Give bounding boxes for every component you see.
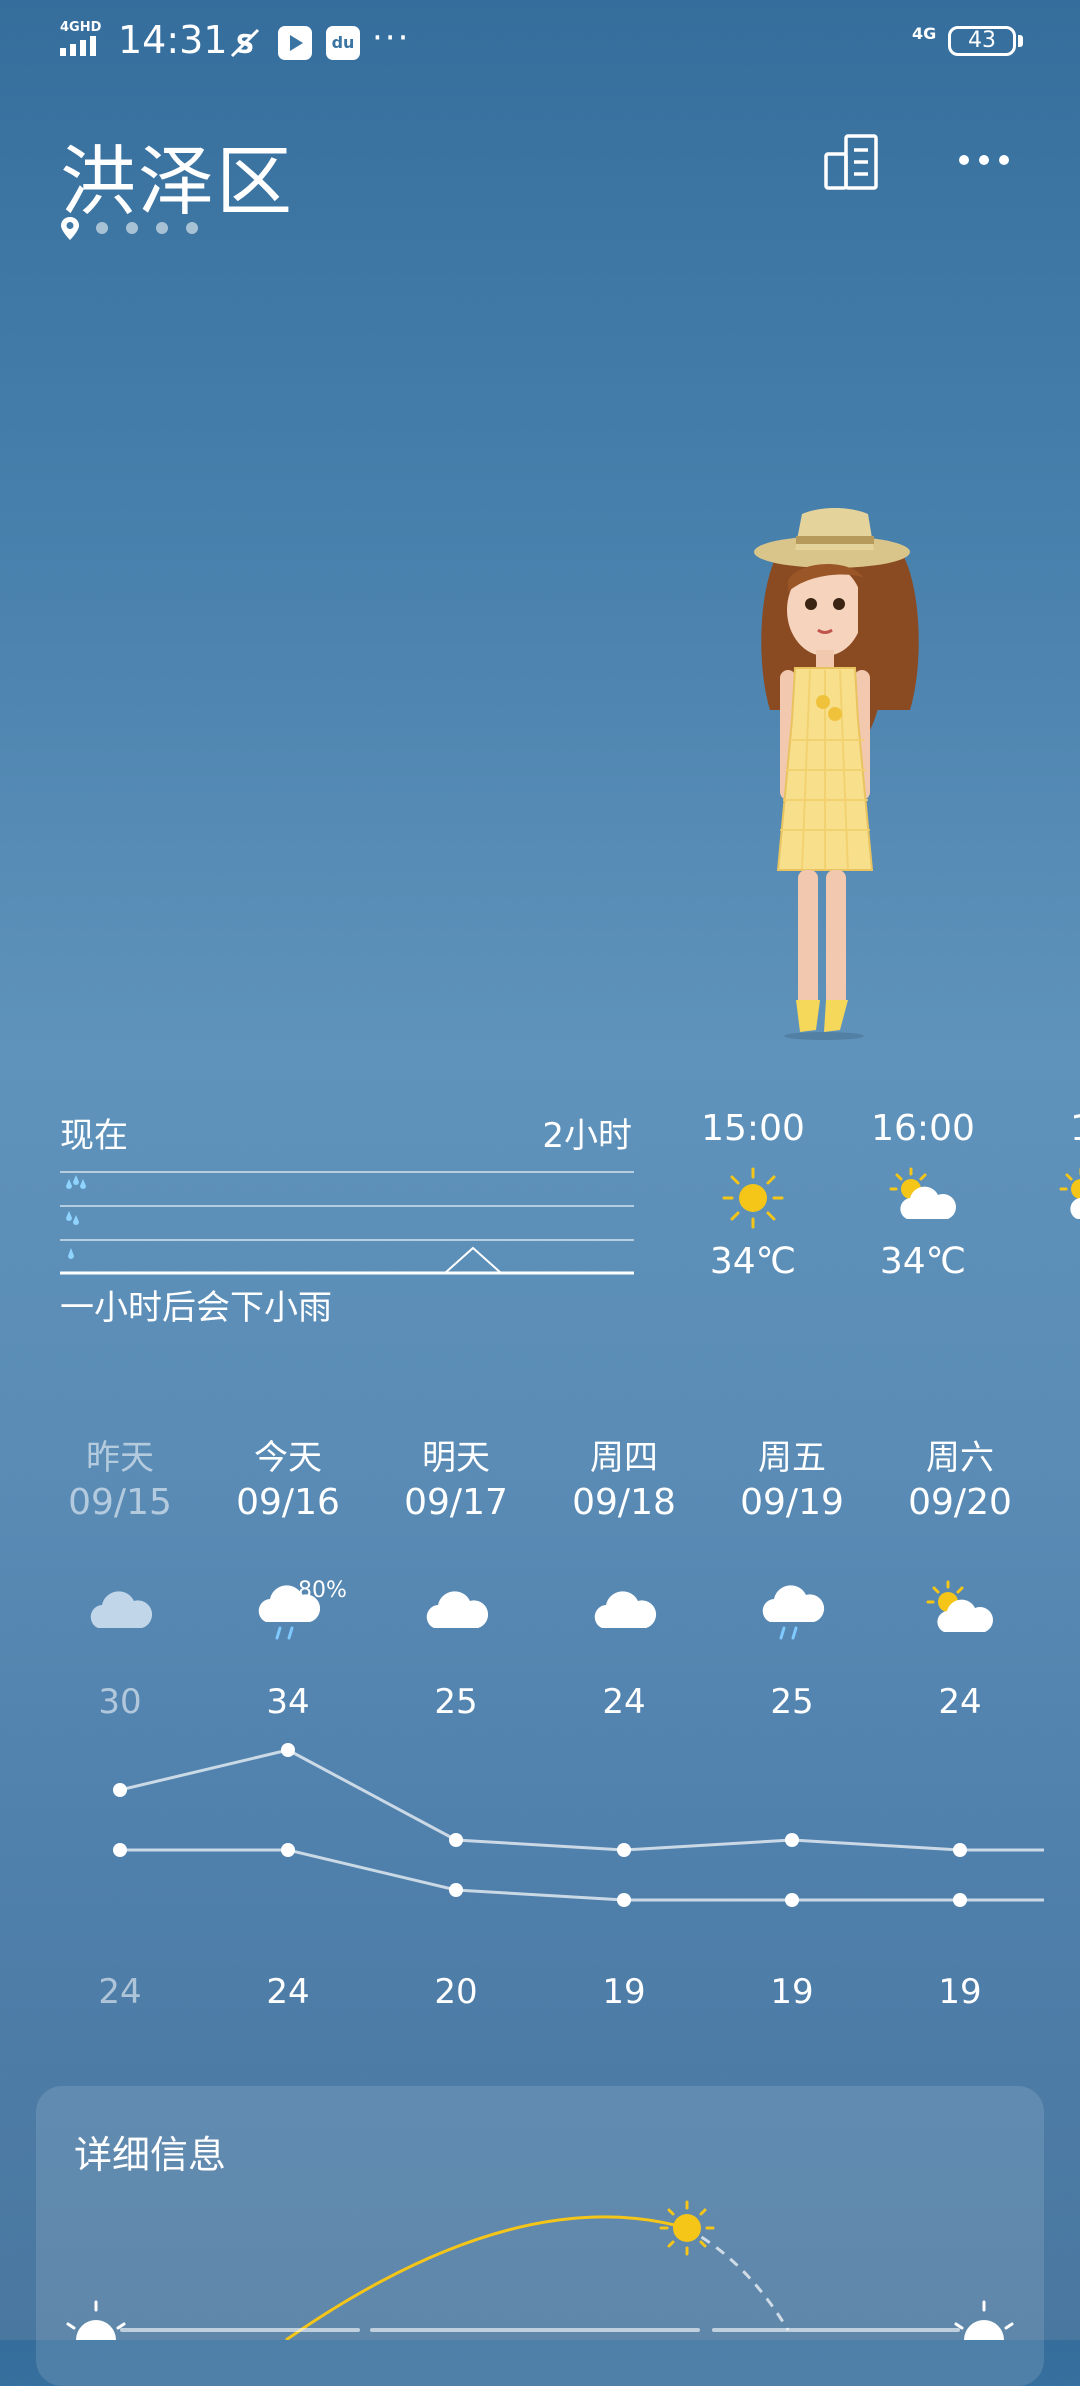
cloudy-icon xyxy=(594,1591,657,1628)
video-play-icon xyxy=(278,26,312,60)
minute-rain-summary: 一小时后会下小雨 xyxy=(60,1288,332,1328)
precipitation-probability: 80% xyxy=(298,1578,347,1603)
hourly-item[interactable]: 17 3 xyxy=(1023,1108,1080,1282)
sunrise-icon xyxy=(66,2300,126,2340)
daily-item[interactable]: 今天 09/16 34 xyxy=(204,1430,372,1722)
high-temp-point xyxy=(617,1843,631,1857)
more-options-icon[interactable] xyxy=(952,130,1016,194)
hourly-item[interactable]: 16:00 34℃ xyxy=(853,1108,993,1282)
page-dot xyxy=(156,222,168,234)
temperature-trend-chart xyxy=(113,1743,1044,1907)
page-dot xyxy=(186,222,198,234)
battery-level: 43 xyxy=(968,28,996,53)
minute-rain-now-label: 现在 xyxy=(60,1116,128,1156)
day-date: 09/15 xyxy=(68,1482,172,1523)
partly-cloudy-icon xyxy=(889,1167,956,1219)
low-temp-point xyxy=(785,1893,799,1907)
page-dot xyxy=(126,222,138,234)
low-temp-line xyxy=(120,1848,1044,1902)
page-dot xyxy=(96,222,108,234)
status-bar: 4GHD 14:31 S du ··· 4G 43 xyxy=(0,0,1080,84)
network-type: 4GHD xyxy=(60,20,102,35)
high-temp-point xyxy=(449,1833,463,1847)
more-notifications-icon: ··· xyxy=(372,18,411,58)
day-name: 周五 xyxy=(758,1438,826,1478)
browser-du-icon: du xyxy=(326,26,360,60)
page-indicator xyxy=(96,222,198,234)
network-type-right: 4G xyxy=(912,24,937,43)
daily-item[interactable]: 昨天 09/15 30 xyxy=(36,1430,204,1722)
city-management-icon[interactable] xyxy=(820,130,884,194)
minute-rain-end-label: 2小时 xyxy=(542,1116,632,1156)
day-high-temp: 25 xyxy=(434,1682,478,1722)
hour-time: 16:00 xyxy=(871,1108,975,1149)
high-temp-point xyxy=(785,1833,799,1847)
day-low-temp: 19 xyxy=(602,1972,646,2012)
hourly-item[interactable]: 15:00 34℃ xyxy=(683,1108,823,1282)
minute-rain-chart[interactable] xyxy=(60,1160,634,1280)
day-high-temp: 24 xyxy=(938,1682,982,1722)
status-time: 14:31 xyxy=(118,18,228,62)
battery-cap xyxy=(1018,35,1023,47)
sunny-icon xyxy=(722,1167,784,1229)
daily-item[interactable]: 周六 09/20 24 xyxy=(876,1430,1044,1722)
signal-icon: 4GHD xyxy=(60,20,106,58)
low-temp-point xyxy=(617,1893,631,1907)
day-name: 周四 xyxy=(590,1438,658,1478)
day-name: 昨天 xyxy=(86,1438,154,1478)
day-high-temp: 25 xyxy=(770,1682,814,1722)
low-temp-point xyxy=(281,1843,295,1857)
day-name: 今天 xyxy=(254,1438,322,1478)
day-high-temp: 30 xyxy=(98,1682,142,1722)
day-low-temp: 24 xyxy=(98,1972,142,2012)
details-title: 详细信息 xyxy=(74,2133,227,2177)
partly-cloudy-icon xyxy=(926,1580,993,1632)
low-temp-point xyxy=(953,1893,967,1907)
sunset-icon xyxy=(954,2300,1014,2340)
location-pin-icon xyxy=(60,216,80,246)
high-temp-line xyxy=(119,1748,1044,1852)
daily-item[interactable]: 明天 09/17 25 xyxy=(372,1430,540,1722)
detail-tiles-edge xyxy=(120,2328,960,2340)
low-temp-point xyxy=(449,1883,463,1897)
city-name[interactable]: 洪泽区 xyxy=(60,120,294,230)
cloudy-icon xyxy=(426,1591,489,1628)
daily-item[interactable]: 周五 09/19 25 xyxy=(708,1430,876,1722)
sun-path-arc xyxy=(66,2200,1014,2340)
light-rain-icon xyxy=(762,1585,825,1640)
hour-temp: 34℃ xyxy=(879,1241,967,1282)
day-low-temp: 19 xyxy=(770,1972,814,2012)
day-date: 09/18 xyxy=(572,1482,676,1523)
day-date: 09/16 xyxy=(236,1482,340,1523)
light-rain-level-icon xyxy=(68,1248,74,1259)
hour-temp: 3 xyxy=(1023,1241,1080,1282)
sync-icon: S xyxy=(228,26,262,60)
daily-item[interactable]: 周四 09/18 24 xyxy=(540,1430,708,1722)
day-high-temp: 24 xyxy=(602,1682,646,1722)
day-low-temp: 19 xyxy=(938,1972,982,2012)
high-temp-point xyxy=(953,1843,967,1857)
moderate-rain-level-icon xyxy=(66,1211,79,1225)
day-date: 09/17 xyxy=(404,1482,508,1523)
heavy-rain-level-icon xyxy=(66,1175,86,1189)
day-name: 明天 xyxy=(422,1438,490,1478)
low-temp-point xyxy=(113,1843,127,1857)
day-date: 09/19 xyxy=(740,1482,844,1523)
hour-time: 15:00 xyxy=(701,1108,805,1149)
hour-time: 17 xyxy=(1023,1108,1080,1149)
sun-icon xyxy=(659,2200,715,2256)
partly-cloudy-icon xyxy=(1059,1167,1080,1219)
day-low-temp: 20 xyxy=(434,1972,478,2012)
high-temp-point xyxy=(281,1743,295,1757)
high-temp-point xyxy=(113,1783,127,1797)
day-low-temp: 24 xyxy=(266,1972,310,2012)
cloudy-icon xyxy=(90,1591,153,1628)
day-name: 周六 xyxy=(926,1438,994,1478)
day-date: 09/20 xyxy=(908,1482,1012,1523)
day-high-temp: 34 xyxy=(266,1682,310,1722)
weather-character-illustration[interactable] xyxy=(740,500,940,1040)
hour-temp: 34℃ xyxy=(709,1241,797,1282)
